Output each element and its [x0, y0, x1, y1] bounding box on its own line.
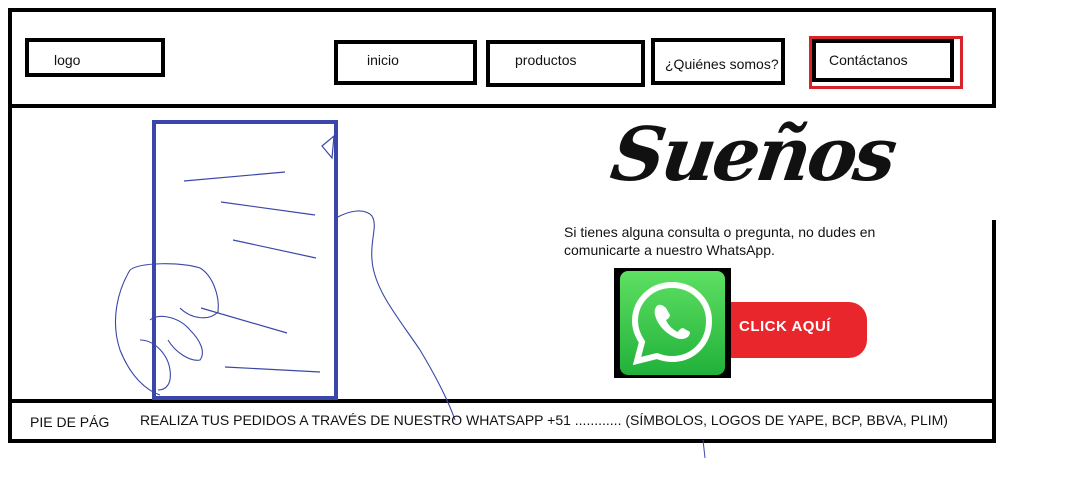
stray-stroke	[702, 439, 706, 459]
phone-outline	[152, 120, 338, 400]
footer-order-text: REALIZA TUS PEDIDOS A TRAVÉS DE NUESTRO …	[140, 412, 948, 428]
brand-logo-text: Sueños	[605, 112, 900, 198]
whatsapp-click-button[interactable]: CLICK AQUÍ	[614, 268, 868, 378]
footer-label: PIE DE PÁG	[30, 414, 110, 430]
whatsapp-tile	[614, 268, 731, 378]
hand-sketch	[114, 210, 456, 421]
promo-message: Si tienes alguna consulta o pregunta, no…	[564, 224, 876, 258]
phone-screen-lines	[183, 134, 335, 373]
click-here-banner: CLICK AQUÍ	[731, 302, 867, 358]
whatsapp-icon-bg	[620, 271, 725, 375]
whatsapp-icon	[631, 281, 713, 366]
click-here-label: CLICK AQUÍ	[739, 318, 831, 335]
